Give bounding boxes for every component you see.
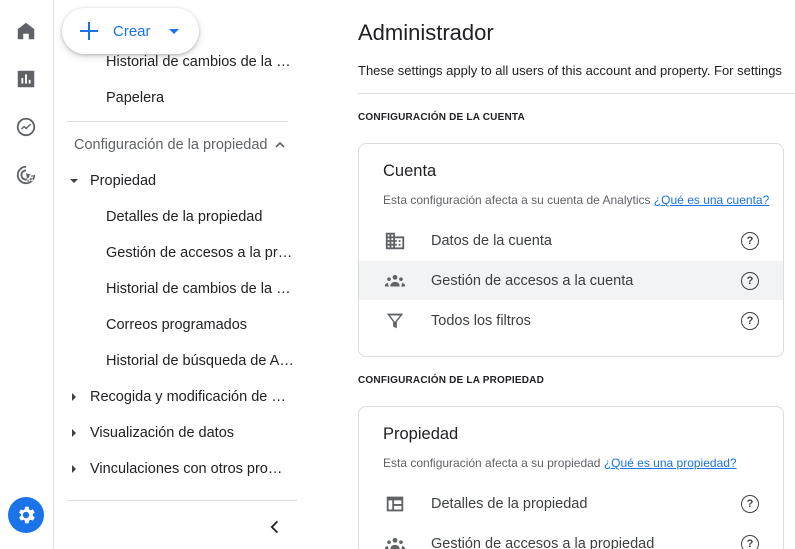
account-settings-heading: CONFIGURACIÓN DE LA CUENTA <box>358 112 525 123</box>
property-settings-heading: CONFIGURACIÓN DE LA PROPIEDAD <box>358 375 544 386</box>
nav-item-label: Detalles de la propiedad <box>106 209 263 225</box>
help-icon[interactable]: ? <box>741 231 759 250</box>
nav-section-property-settings[interactable]: Configuración de la propiedad <box>74 128 285 162</box>
account-card-title: Cuenta <box>383 162 437 180</box>
caret-right-icon <box>55 393 90 401</box>
caret-down-icon <box>55 179 90 183</box>
what-is-account-link[interactable]: ¿Qué es una cuenta? <box>654 193 769 207</box>
plus-icon <box>79 21 99 41</box>
nav-divider <box>67 500 297 501</box>
nav-item-search-history[interactable]: Historial de búsqueda de Analytics <box>55 343 305 379</box>
create-button[interactable]: Crear <box>62 8 199 54</box>
account-details-row[interactable]: Datos de la cuenta ? <box>359 221 783 260</box>
nav-item-property-access[interactable]: Gestión de accesos a la propiedad <box>55 235 305 271</box>
account-access-row[interactable]: Gestión de accesos a la cuenta ? <box>359 261 783 300</box>
admin-nav: Historial de cambios de la cuenta Papele… <box>55 0 305 549</box>
main-content: Administrador These settings apply to al… <box>306 0 795 549</box>
nav-group-label: Visualización de datos <box>90 425 235 441</box>
nav-group-label: Recogida y modificación de datos <box>90 389 290 405</box>
nav-item-label: Gestión de accesos a la propiedad <box>106 245 296 261</box>
nav-group-label: Vinculaciones con otros productos <box>90 461 290 477</box>
explore-icon[interactable] <box>14 115 38 139</box>
filter-icon <box>383 309 407 333</box>
help-icon[interactable]: ? <box>741 494 759 513</box>
home-icon[interactable] <box>14 19 38 43</box>
web-icon <box>383 492 407 516</box>
advertising-icon[interactable] <box>14 163 38 187</box>
property-access-row[interactable]: Gestión de accesos a la propiedad ? <box>359 524 783 549</box>
row-label: Datos de la cuenta <box>431 232 552 249</box>
building-icon <box>383 229 407 253</box>
page-subtitle: These settings apply to all users of thi… <box>358 63 782 78</box>
all-filters-row[interactable]: Todos los filtros ? <box>359 301 783 340</box>
nav-item-property-change-history[interactable]: Historial de cambios de la propiedad <box>55 271 305 307</box>
people-icon <box>383 269 407 293</box>
collapse-nav-button[interactable] <box>265 517 285 537</box>
people-icon <box>383 532 407 549</box>
reports-icon[interactable] <box>14 67 38 91</box>
left-rail <box>0 0 54 549</box>
nav-group-label: Propiedad <box>90 173 157 189</box>
header-divider <box>358 93 795 94</box>
property-card: Propiedad Esta configuración afecta a su… <box>358 406 784 549</box>
what-is-property-link[interactable]: ¿Qué es una propiedad? <box>604 456 737 470</box>
account-card: Cuenta Esta configuración afecta a su cu… <box>358 143 784 357</box>
caret-right-icon <box>55 429 90 437</box>
nav-group-data-collection[interactable]: Recogida y modificación de datos <box>55 379 305 415</box>
gear-icon <box>19 506 35 524</box>
nav-divider <box>67 121 287 122</box>
nav-item-label: Papelera <box>106 90 165 106</box>
chevron-up-icon <box>275 141 285 148</box>
help-icon[interactable]: ? <box>741 311 759 330</box>
nav-item-label: Historial de cambios de la cuenta <box>106 54 296 70</box>
row-label: Gestión de accesos a la cuenta <box>431 272 634 289</box>
admin-settings-button[interactable] <box>8 497 44 533</box>
nav-item-label: Correos programados <box>106 317 248 333</box>
nav-group-product-links[interactable]: Vinculaciones con otros productos <box>55 451 305 487</box>
account-card-description: Esta configuración afecta a su cuenta de… <box>383 193 769 207</box>
row-label: Detalles de la propiedad <box>431 495 588 512</box>
description-text: Esta configuración afecta a su cuenta de… <box>383 193 651 207</box>
help-icon[interactable]: ? <box>741 534 759 549</box>
create-button-label: Crear <box>113 22 151 40</box>
caret-down-icon[interactable] <box>168 28 179 34</box>
nav-item-label: Historial de búsqueda de Analytics <box>106 353 296 369</box>
row-label: Gestión de accesos a la propiedad <box>431 535 655 549</box>
nav-item-label: Historial de cambios de la propiedad <box>106 281 296 297</box>
nav-group-data-display[interactable]: Visualización de datos <box>55 415 305 451</box>
description-text: Esta configuración afecta a su propiedad <box>383 456 601 470</box>
page-title: Administrador <box>358 20 494 45</box>
nav-item-scheduled-emails[interactable]: Correos programados <box>55 307 305 343</box>
nav-section-label: Configuración de la propiedad <box>74 137 268 153</box>
row-label: Todos los filtros <box>431 312 531 329</box>
property-details-row[interactable]: Detalles de la propiedad ? <box>359 484 783 523</box>
nav-item-trash[interactable]: Papelera <box>55 80 305 116</box>
property-card-description: Esta configuración afecta a su propiedad… <box>383 456 737 470</box>
help-icon[interactable]: ? <box>741 271 759 290</box>
nav-group-property[interactable]: Propiedad <box>55 163 305 199</box>
property-card-title: Propiedad <box>383 425 459 443</box>
chevron-left-icon <box>270 520 279 534</box>
nav-item-property-details[interactable]: Detalles de la propiedad <box>55 199 305 235</box>
caret-right-icon <box>55 465 90 473</box>
